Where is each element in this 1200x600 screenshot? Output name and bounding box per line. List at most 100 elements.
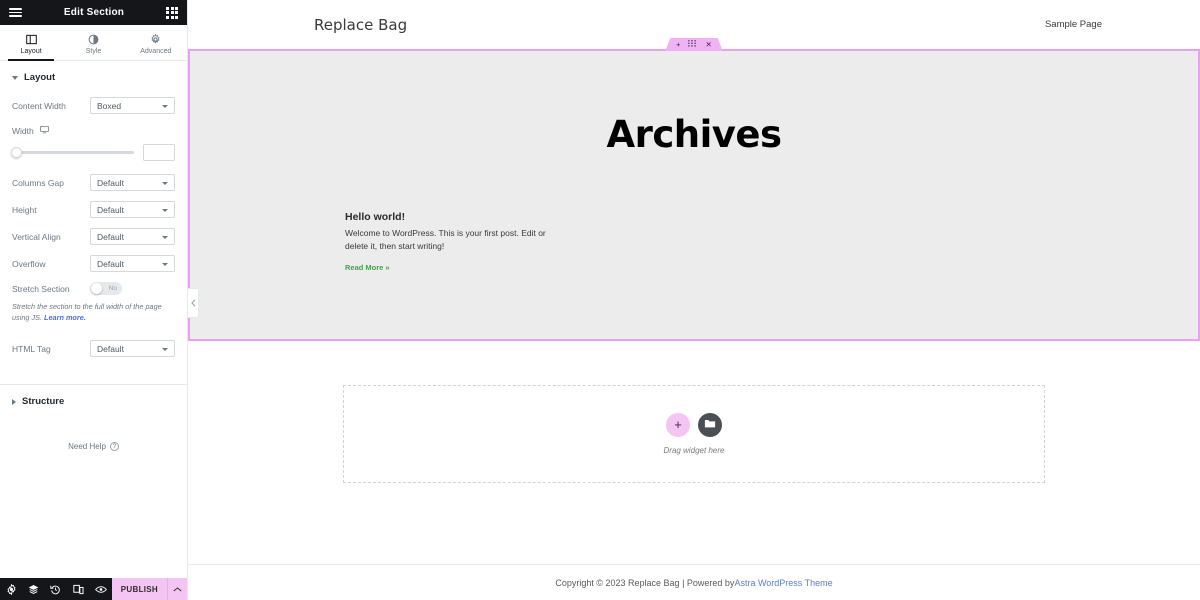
width-label: Width [12, 125, 34, 136]
overflow-value: Default [97, 258, 124, 269]
need-help-label: Need Help [68, 442, 106, 452]
chevron-down-icon [162, 208, 168, 212]
stretch-section-toggle-state: No [108, 285, 117, 292]
gear-icon [150, 33, 161, 45]
footer-theme-link[interactable]: Astra WordPress Theme [734, 578, 832, 588]
learn-more-link[interactable]: Learn more. [44, 313, 86, 322]
columns-gap-value: Default [97, 177, 124, 188]
need-help-link[interactable]: Need Help ? [0, 416, 187, 452]
panel-footer-bar: PUBLISH [0, 578, 188, 600]
content-width-value: Boxed [97, 100, 122, 111]
vertical-align-select[interactable]: Default [90, 228, 175, 245]
plus-icon[interactable]: + [676, 41, 680, 49]
columns-gap-select[interactable]: Default [90, 174, 175, 191]
publish-label: PUBLISH [120, 584, 159, 594]
toggle-knob [91, 283, 102, 294]
content-width-select[interactable]: Boxed [90, 97, 175, 114]
stretch-section-helper-text: Stretch the section to the full width of… [12, 302, 162, 322]
add-widget-button[interactable]: + [666, 413, 690, 437]
editor-panel: Edit Section Layout Style Advanced Layou… [0, 0, 188, 600]
panel-header: Edit Section [0, 0, 187, 25]
panel-title: Edit Section [63, 7, 125, 18]
width-label-group: Width [12, 125, 175, 136]
selected-section[interactable]: + ✕ Archives Hello world! Welcome to Wor… [188, 38, 1200, 341]
accordion-structure[interactable]: Structure [0, 385, 187, 416]
nav-item-sample-page[interactable]: Sample Page [1045, 19, 1102, 30]
stretch-section-toggle[interactable]: No [90, 282, 122, 295]
plus-icon: + [674, 417, 682, 432]
folder-template-icon [704, 416, 716, 434]
post-title[interactable]: Hello world! [345, 211, 560, 223]
tab-layout-label: Layout [20, 47, 42, 55]
preview-eye-icon[interactable] [89, 584, 111, 595]
accordion-layout[interactable]: Layout [0, 61, 187, 92]
width-slider-knob[interactable] [11, 147, 22, 158]
chevron-down-icon [162, 104, 168, 108]
accordion-structure-label: Structure [22, 396, 65, 408]
responsive-mode-icon[interactable] [67, 584, 89, 595]
control-overflow: Overflow Default [0, 250, 187, 277]
width-number-input[interactable] [143, 144, 175, 161]
footer-copyright-text: Copyright © 2023 Replace Bag | Powered b… [555, 577, 735, 588]
panel-collapse-handle[interactable] [188, 288, 199, 318]
html-tag-label: HTML Tag [12, 343, 51, 354]
contrast-circle-icon [88, 34, 99, 45]
post-preview: Hello world! Welcome to WordPress. This … [345, 211, 560, 275]
settings-gear-icon[interactable] [0, 583, 22, 595]
apps-grid-icon[interactable] [166, 6, 178, 19]
control-html-tag: HTML Tag Default [0, 335, 187, 362]
add-template-button[interactable] [698, 413, 722, 437]
vertical-align-value: Default [97, 231, 124, 242]
publish-button[interactable]: PUBLISH [111, 578, 188, 600]
navigator-layers-icon[interactable] [22, 584, 44, 595]
close-icon[interactable]: ✕ [706, 41, 712, 49]
html-tag-value: Default [97, 343, 124, 354]
control-stretch-section: Stretch Section No [0, 277, 187, 300]
drop-area-buttons: + [666, 413, 722, 437]
preview-canvas: Replace Bag Sample Page + ✕ Archives Hel… [188, 0, 1200, 600]
page-title: Archives [606, 113, 782, 156]
tab-advanced[interactable]: Advanced [125, 25, 187, 60]
control-width: Width [0, 119, 187, 142]
vertical-align-label: Vertical Align [12, 231, 61, 242]
stretch-section-helper: Stretch the section to the full width of… [0, 300, 187, 323]
drag-handle-icon[interactable] [688, 40, 698, 49]
overflow-select[interactable]: Default [90, 255, 175, 272]
panel-body: Layout Content Width Boxed Width Columns… [0, 61, 187, 578]
read-more-link[interactable]: Read More » [345, 263, 390, 272]
chevron-down-icon [162, 235, 168, 239]
tab-style[interactable]: Style [62, 25, 124, 60]
desktop-icon[interactable] [39, 125, 49, 136]
columns-gap-label: Columns Gap [12, 177, 64, 188]
panel-tabs: Layout Style Advanced [0, 25, 187, 61]
chevron-left-icon [190, 294, 196, 312]
history-revisions-icon[interactable] [45, 584, 67, 595]
section-toolbar: + ✕ [665, 38, 723, 51]
layout-columns-icon [25, 34, 37, 45]
post-excerpt: Welcome to WordPress. This is your first… [345, 228, 546, 252]
width-slider[interactable] [11, 147, 134, 158]
chevron-right-icon [12, 398, 16, 405]
chevron-up-icon[interactable] [167, 578, 187, 600]
control-content-width: Content Width Boxed [0, 92, 187, 119]
tab-advanced-label: Advanced [140, 47, 172, 55]
tab-layout[interactable]: Layout [0, 25, 62, 61]
content-width-label: Content Width [12, 100, 66, 111]
widget-drop-area[interactable]: + Drag widget here [343, 385, 1045, 483]
control-columns-gap: Columns Gap Default [0, 169, 187, 196]
width-slider-row [0, 142, 187, 169]
height-value: Default [97, 204, 124, 215]
question-circle-icon: ? [109, 442, 119, 452]
chevron-down-icon [162, 347, 168, 351]
hamburger-menu-icon[interactable] [9, 8, 22, 17]
overflow-label: Overflow [12, 258, 46, 269]
chevron-down-icon [162, 181, 168, 185]
stretch-section-label: Stretch Section [12, 283, 70, 294]
html-tag-select[interactable]: Default [90, 340, 175, 358]
tab-style-label: Style [85, 47, 102, 55]
height-select[interactable]: Default [90, 201, 175, 218]
accordion-layout-label: Layout [24, 72, 56, 83]
chevron-down-icon [162, 262, 168, 266]
control-height: Height Default [0, 196, 187, 223]
site-title[interactable]: Replace Bag [314, 16, 407, 34]
